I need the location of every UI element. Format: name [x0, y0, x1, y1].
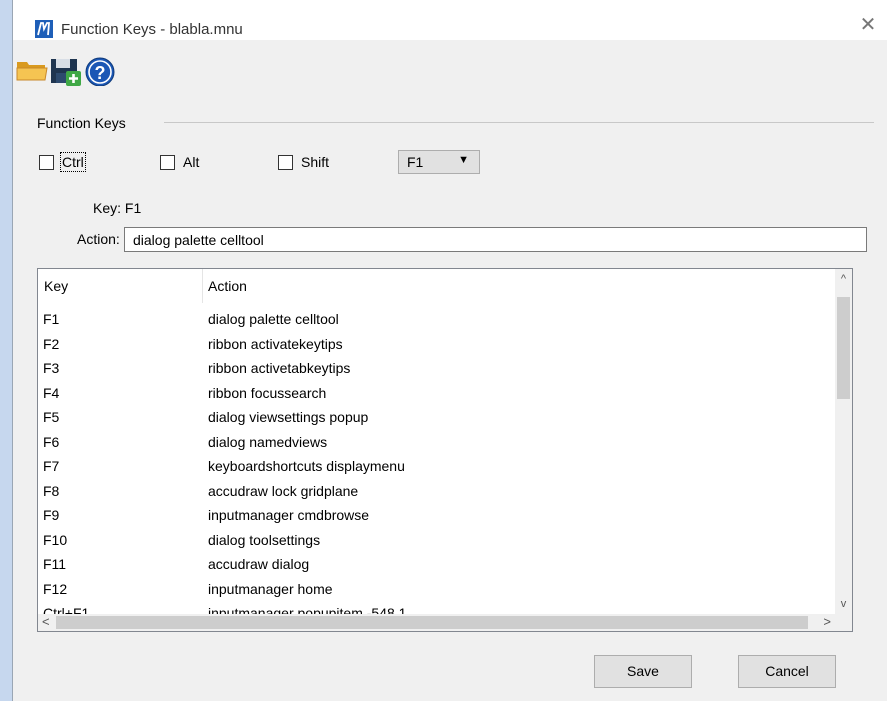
cancel-button[interactable]: Cancel — [738, 655, 836, 688]
close-button[interactable]: ✕ — [848, 10, 887, 40]
table-row[interactable]: F5 dialog viewsettings popup — [38, 405, 838, 430]
row-action-cell: dialog palette celltool — [208, 311, 339, 327]
table-row[interactable]: F2 ribbon activatekeytips — [38, 332, 838, 357]
vertical-scrollbar[interactable]: ^ v — [835, 269, 852, 614]
microstation-app-icon — [35, 20, 53, 38]
list-header: Key Action — [38, 269, 838, 303]
row-key-cell: F12 — [43, 580, 68, 597]
column-header-action[interactable]: Action — [202, 269, 247, 303]
row-key-cell: F7 — [43, 458, 60, 474]
action-label: Action: — [77, 231, 120, 247]
row-key-cell: F5 — [43, 409, 60, 425]
row-action-cell: dialog namedviews — [208, 433, 328, 450]
window-title: Function Keys - blabla.mnu — [61, 21, 243, 38]
table-row[interactable]: F1 dialog palette celltool — [38, 307, 838, 332]
row-action-cell: dialog viewsettings popup — [208, 409, 369, 425]
alt-checkbox[interactable]: Alt — [160, 152, 199, 172]
section-divider — [164, 122, 874, 123]
toolbar: ? — [13, 50, 213, 90]
close-icon: ✕ — [859, 14, 877, 36]
function-keys-dialog: Function Keys - blabla.mnu ✕ ? Function … — [12, 0, 887, 701]
ctrl-checkbox[interactable]: Ctrl — [39, 152, 86, 172]
open-file-button[interactable] — [15, 50, 51, 90]
column-header-key[interactable]: Key — [38, 269, 68, 303]
table-row[interactable]: F10 dialog toolsettings — [38, 528, 838, 553]
table-row[interactable]: F8 accudraw lock gridplane — [38, 479, 838, 504]
row-action-cell: keyboardshortcuts displaymenu — [208, 458, 405, 474]
shift-checkbox-box[interactable] — [278, 154, 293, 170]
table-row[interactable]: F6 dialog namedviews — [38, 430, 838, 455]
save-as-button[interactable] — [49, 50, 85, 90]
row-action-cell: dialog toolsettings — [208, 531, 321, 548]
section-heading-function-keys: Function Keys — [37, 115, 126, 131]
title-bar: Function Keys - blabla.mnu ✕ — [13, 0, 887, 40]
row-action-cell: ribbon activetabkeytips — [208, 360, 351, 376]
row-key-cell: F6 — [43, 433, 60, 450]
vertical-scroll-thumb[interactable] — [837, 297, 850, 399]
row-action-cell: accudraw dialog — [208, 556, 310, 572]
help-button[interactable]: ? — [83, 50, 119, 90]
scroll-up-icon[interactable]: ^ — [835, 273, 852, 285]
row-key-cell: F3 — [43, 360, 60, 376]
action-input[interactable] — [124, 227, 867, 252]
horizontal-scrollbar[interactable]: < > — [38, 614, 835, 631]
function-key-select[interactable]: F1 ▼ — [398, 150, 480, 174]
key-display: Key: F1 — [93, 200, 141, 216]
table-row[interactable]: F7 keyboardshortcuts displaymenu — [38, 454, 838, 479]
table-row[interactable]: F11 accudraw dialog — [38, 552, 838, 577]
svg-text:?: ? — [95, 63, 106, 83]
row-key-cell: F4 — [43, 384, 60, 401]
help-icon: ? — [85, 57, 115, 87]
scrollbar-corner — [835, 614, 852, 631]
list-body: F1 dialog palette celltool F2 ribbon activa… — [38, 307, 838, 626]
save-button[interactable]: Save — [594, 655, 692, 688]
ctrl-checkbox-box[interactable] — [39, 154, 54, 170]
row-key-cell: F1 — [43, 311, 60, 327]
table-row[interactable]: F12 inputmanager home — [38, 577, 838, 602]
scroll-down-icon[interactable]: v — [835, 598, 852, 610]
row-action-cell: accudraw lock gridplane — [208, 482, 359, 499]
scroll-right-icon[interactable]: > — [823, 614, 831, 629]
table-row[interactable]: F9 inputmanager cmdbrowse — [38, 503, 838, 528]
scroll-left-icon[interactable]: < — [42, 614, 50, 629]
row-action-cell: inputmanager home — [208, 580, 333, 597]
function-key-select-value: F1 — [407, 154, 424, 170]
alt-checkbox-box[interactable] — [160, 154, 175, 170]
chevron-down-icon: ▼ — [458, 154, 469, 166]
function-key-list[interactable]: Key Action F1 dialog palette celltool F2 ri… — [37, 268, 853, 632]
ctrl-checkbox-label: Ctrl — [60, 152, 86, 172]
key-value: F1 — [124, 200, 142, 216]
alt-checkbox-label: Alt — [183, 154, 200, 170]
folder-open-icon — [16, 62, 48, 81]
shift-checkbox-label: Shift — [301, 154, 330, 170]
row-action-cell: ribbon focussearch — [208, 384, 327, 401]
row-key-cell: F9 — [43, 507, 60, 523]
row-key-cell: F10 — [43, 531, 68, 548]
row-key-cell: F11 — [43, 556, 67, 572]
row-key-cell: F2 — [43, 335, 60, 352]
table-row[interactable]: F3 ribbon activetabkeytips — [38, 356, 838, 381]
row-action-cell: inputmanager cmdbrowse — [208, 507, 370, 523]
key-label: Key: — [93, 200, 122, 216]
row-key-cell: F8 — [43, 482, 60, 499]
save-add-icon — [51, 59, 81, 86]
table-row[interactable]: F4 ribbon focussearch — [38, 381, 838, 406]
horizontal-scroll-thumb[interactable] — [56, 616, 808, 629]
row-action-cell: ribbon activatekeytips — [208, 335, 343, 352]
shift-checkbox[interactable]: Shift — [278, 152, 329, 172]
